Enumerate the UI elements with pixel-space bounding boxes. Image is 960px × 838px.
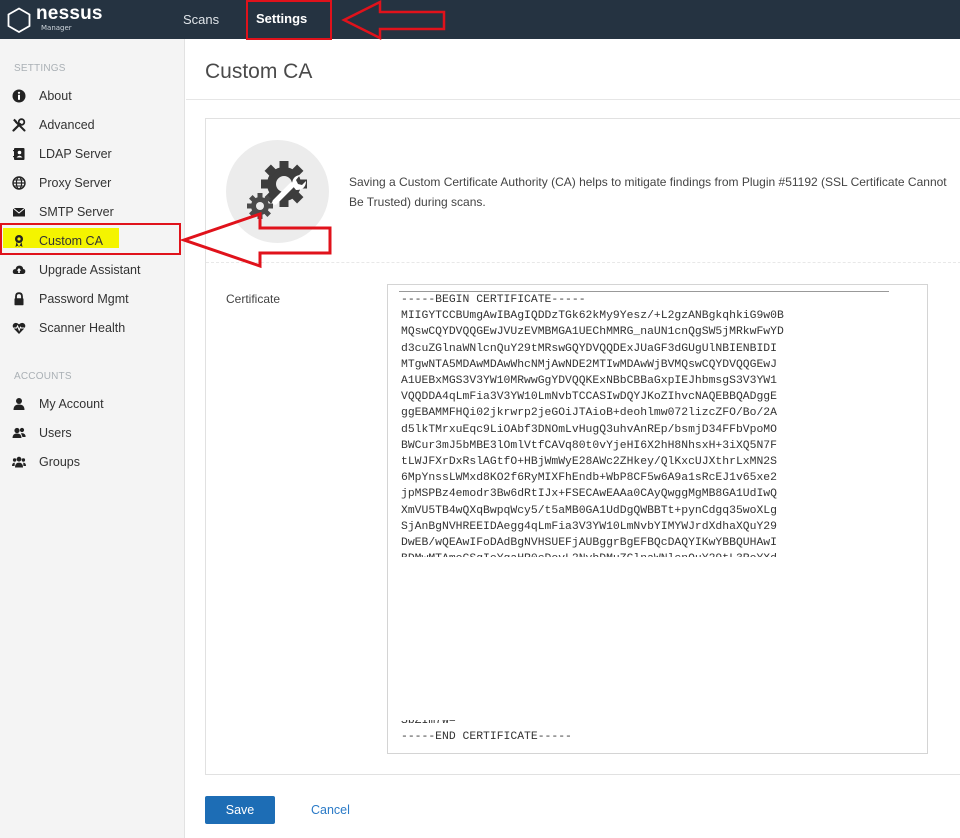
certificate-line: jpMSPBz4emodr3Bw6dRtIJx+FSECAwEAAa0CAyQw… — [401, 488, 777, 501]
certificate-tail-partial: SbZIm7w= — [401, 720, 456, 727]
sidebar-item-ldap-server[interactable]: LDAP Server — [0, 141, 184, 167]
certificate-label: Certificate — [226, 292, 281, 306]
sidebar-item-label: Groups — [39, 455, 80, 469]
settings-illustration — [226, 140, 329, 243]
sidebar-item-advanced[interactable]: Advanced — [0, 112, 184, 138]
sidebar-item-label: My Account — [39, 397, 104, 411]
app-subtitle: Manager — [41, 24, 72, 32]
user-icon — [11, 396, 27, 412]
certificate-end-line: -----END CERTIFICATE----- — [401, 731, 572, 743]
sidebar-item-label: LDAP Server — [39, 147, 112, 161]
sidebar-item-label: Scanner Health — [39, 321, 126, 335]
certificate-line: XmVU5TB4wQXqBwpqWcy5/t5aMB0GA1UdDgQWBBTt… — [401, 504, 777, 517]
certificate-line: MQswCQYDVQQGEwJVUzEVMBMGA1UEChMMRG_naUN1… — [401, 326, 784, 339]
sidebar-item-my-account[interactable]: My Account — [0, 391, 184, 417]
settings-section-header: SETTINGS — [14, 63, 66, 74]
heartbeat-icon — [11, 320, 27, 336]
certificate-tail: SbZIm7w= -----END CERTIFICATE----- — [401, 720, 901, 745]
custom-ca-panel: Saving a Custom Certificate Authority (C… — [205, 118, 960, 775]
certificate-textarea[interactable]: -----BEGIN CERTIFICATE----- MIIGYTCCBUmgA… — [387, 284, 928, 754]
page-header: Custom CA — [186, 39, 960, 100]
settings-sidebar: SETTINGS About Advanced LDAP Server Prox… — [0, 39, 185, 838]
sidebar-item-label: SMTP Server — [39, 205, 114, 219]
certificate-line: MIIGYTCCBUmgAwIBAgIQDDzTGk62kMy9Yesz/+L2… — [401, 310, 784, 323]
cloud-upload-icon — [11, 262, 27, 278]
sidebar-item-label: Advanced — [39, 118, 95, 132]
certificate-line: BWCur3mJ5bMBE3lOmlVtfCAVq80t0vYjeHI6X2hH… — [401, 439, 777, 452]
cancel-button[interactable]: Cancel — [311, 803, 350, 817]
sidebar-item-users[interactable]: Users — [0, 420, 184, 446]
gears-wrench-icon — [247, 161, 307, 219]
nav-scans[interactable]: Scans — [183, 12, 219, 27]
certificate-line: A1UEBxMGS3V3YW10MRwwGgYDVQQKExNBbCBBaGxp… — [401, 375, 777, 388]
save-button[interactable]: Save — [205, 796, 275, 824]
sidebar-item-label: Password Mgmt — [39, 292, 129, 306]
lock-icon — [11, 291, 27, 307]
sidebar-item-proxy-server[interactable]: Proxy Server — [0, 170, 184, 196]
certificate-line: ggEBAMMFHQi02jkrwrp2jeGOiJTAioB+deohlmw0… — [401, 407, 777, 420]
tools-icon — [11, 117, 27, 133]
address-book-icon — [11, 146, 27, 162]
sidebar-item-label: About — [39, 89, 72, 103]
users-icon — [11, 425, 27, 441]
sidebar-item-label: Upgrade Assistant — [39, 263, 141, 277]
certificate-line: d5lkTMrxuEqc9LiOAbf3DNOmLvHugQ3uhvAnREp/… — [401, 423, 777, 436]
certificate-begin-line: -----BEGIN CERTIFICATE----- — [401, 294, 586, 306]
sidebar-item-custom-ca[interactable]: Custom CA — [0, 228, 184, 254]
certificate-icon — [11, 233, 27, 249]
nav-settings[interactable]: Settings — [256, 11, 307, 26]
certificate-line: d3cuZGlnaWNlcnQuY29tMRswGQYDVQQDExJUaGF3… — [401, 342, 777, 355]
page-title: Custom CA — [205, 60, 313, 83]
main-content: Custom CA Saving a Custom Certificate Au… — [186, 39, 960, 838]
app-name: nessus — [36, 3, 103, 24]
nessus-logo[interactable]: nessus Manager — [6, 4, 102, 34]
sidebar-item-scanner-health[interactable]: Scanner Health — [0, 315, 184, 341]
certificate-line: DwEB/wQEAwIFoDAdBgNVHSUEFjAUBggrBgEFBQcD… — [401, 537, 777, 550]
globe-icon — [11, 175, 27, 191]
certificate-text: -----BEGIN CERTIFICATE----- MIIGYTCCBUmgA… — [401, 292, 921, 557]
info-icon — [11, 88, 27, 104]
section-divider — [206, 262, 960, 263]
certificate-line: SjAnBgNVHREEIDAegg4qLmFia3V3YW10LmNvbYIM… — [401, 520, 777, 533]
sidebar-item-smtp-server[interactable]: SMTP Server — [0, 199, 184, 225]
certificate-line: tLWJFXrDxRslAGtfO+HBjWmWyE28AWc2ZHkey/Ql… — [401, 456, 777, 469]
sidebar-item-upgrade-assistant[interactable]: Upgrade Assistant — [0, 257, 184, 283]
sidebar-item-label: Proxy Server — [39, 176, 112, 190]
sidebar-item-label: Custom CA — [39, 234, 103, 248]
custom-ca-description: Saving a Custom Certificate Authority (C… — [349, 175, 947, 209]
accounts-section-header: ACCOUNTS — [14, 371, 72, 382]
sidebar-item-label: Users — [39, 426, 72, 440]
certificate-partial-line: BDMwMTAmoCSgIoYgaHR0cDovL2NybDMuZGlnaWNl… — [401, 551, 888, 557]
sidebar-item-about[interactable]: About — [0, 83, 184, 109]
certificate-line: MTgwNTA5MDAwMDAwWhcNMjAwNDE2MTIwMDAwWjBV… — [401, 358, 777, 371]
hexagon-logo-icon — [7, 7, 31, 33]
sidebar-item-groups[interactable]: Groups — [0, 449, 184, 475]
group-icon — [11, 454, 27, 470]
sidebar-item-password-mgmt[interactable]: Password Mgmt — [0, 286, 184, 312]
envelope-icon — [11, 204, 27, 220]
certificate-line: VQQDDA4qLmFia3V3YW10LmNvbTCCASIwDQYJKoZI… — [401, 391, 777, 404]
top-navigation-bar: nessus Manager Scans Settings — [0, 0, 960, 39]
certificate-line: 6MpYnssLWMxd8KO2f6RyMIXFhEndb+WbP8CF5w6A… — [401, 472, 777, 485]
